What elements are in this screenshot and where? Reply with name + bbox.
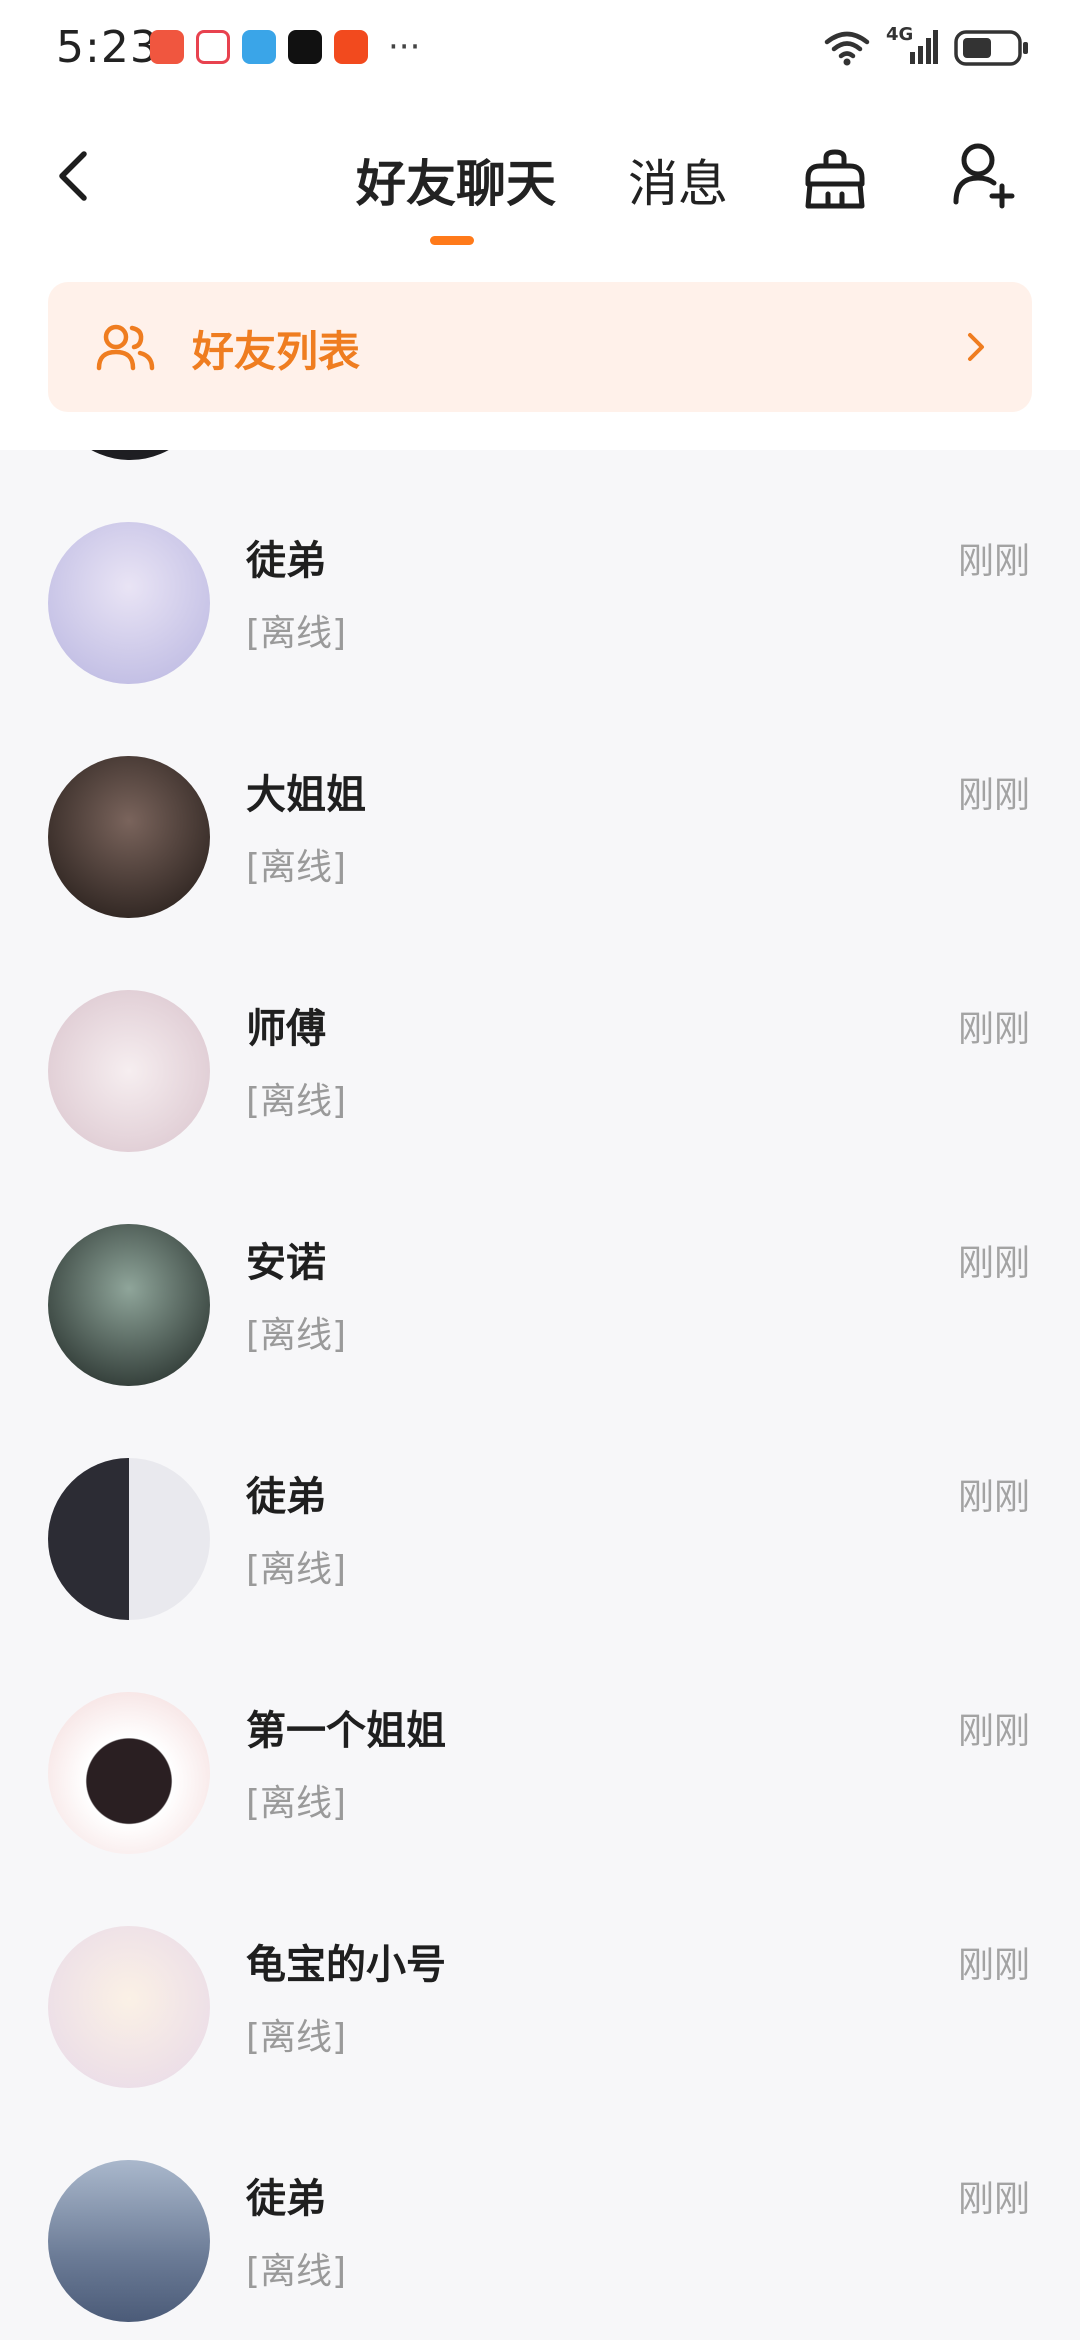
contact-status: [离线] xyxy=(246,1783,347,1824)
avatar xyxy=(48,1926,210,2088)
message-time: 刚刚 xyxy=(957,2179,1030,2220)
app-red-heart-icon xyxy=(196,30,230,64)
contact-name: 龟宝的小号 xyxy=(246,1942,446,1988)
avatar xyxy=(48,1224,210,1386)
status-bar: 5:23 ··· 4G xyxy=(0,0,1080,100)
friend-list-banner[interactable]: 好友列表 xyxy=(48,282,1032,412)
active-tab-indicator xyxy=(430,236,474,245)
tab-messages[interactable]: 消息 xyxy=(628,144,728,216)
friend-list-label: 好友列表 xyxy=(192,327,361,376)
chevron-right-icon xyxy=(968,333,984,361)
chat-row[interactable]: 安诺 [离线] 刚刚 xyxy=(0,1224,1080,1458)
tab-friend-chat[interactable]: 好友聊天 xyxy=(356,144,556,216)
contact-name: 大姐姐 xyxy=(246,772,366,818)
message-time: 刚刚 xyxy=(957,1945,1030,1986)
top-nav-bar: 好友聊天 消息 xyxy=(0,100,1080,270)
avatar xyxy=(48,756,210,918)
chat-row[interactable]: 徒弟 [离线] 刚刚 xyxy=(0,522,1080,756)
back-arrow-icon[interactable] xyxy=(46,146,106,206)
app-screen: 5:23 ··· 4G 好友聊天 消息 好友列表 徒弟 [离线] 刚刚 大姐姐 … xyxy=(0,0,1080,2340)
avatar xyxy=(48,522,210,684)
taobao-icon xyxy=(334,30,368,64)
chat-row[interactable]: 第一个姐姐 [离线] 刚刚 xyxy=(0,1692,1080,1926)
battery-icon xyxy=(954,30,1028,66)
status-time: 5:23 xyxy=(56,22,159,73)
app-blue-icon xyxy=(242,30,276,64)
message-time: 刚刚 xyxy=(957,1009,1030,1050)
app-red-icon xyxy=(150,30,184,64)
message-time: 刚刚 xyxy=(957,1711,1030,1752)
contact-status: [离线] xyxy=(246,1315,347,1356)
message-time: 刚刚 xyxy=(957,1243,1030,1284)
contact-name: 师傅 xyxy=(246,1006,326,1052)
chat-row[interactable]: 徒弟 [离线] 刚刚 xyxy=(0,1458,1080,1692)
contact-status: [离线] xyxy=(246,847,347,888)
contact-status: [离线] xyxy=(246,1549,347,1590)
message-time: 刚刚 xyxy=(957,1477,1030,1518)
banner-container: 好友列表 xyxy=(0,270,1080,450)
add-friend-icon[interactable] xyxy=(950,140,1020,210)
contact-name: 徒弟 xyxy=(246,1474,326,1520)
chat-list[interactable]: 徒弟 [离线] 刚刚 大姐姐 [离线] 刚刚 师傅 [离线] 刚刚 安诺 [离线… xyxy=(0,450,1080,2340)
message-time: 刚刚 xyxy=(957,541,1030,582)
chat-row[interactable]: 徒弟 [离线] 刚刚 xyxy=(0,2160,1080,2340)
wifi-icon xyxy=(824,31,870,66)
chat-row[interactable]: 大姐姐 [离线] 刚刚 xyxy=(0,756,1080,990)
tiktok-icon xyxy=(288,30,322,64)
contact-name: 安诺 xyxy=(246,1240,326,1286)
cellular-signal-icon: 4G xyxy=(886,24,938,68)
more-notifications-indicator: ··· xyxy=(388,27,421,67)
contact-name: 第一个姐姐 xyxy=(246,1708,446,1754)
avatar xyxy=(48,1692,210,1854)
message-time: 刚刚 xyxy=(957,775,1030,816)
contact-name: 徒弟 xyxy=(246,2176,326,2222)
avatar xyxy=(48,1458,210,1620)
clear-broom-icon[interactable] xyxy=(800,144,870,214)
contact-status: [离线] xyxy=(246,2017,347,2058)
status-indicators: 4G xyxy=(824,24,1030,68)
contact-status: [离线] xyxy=(246,2251,347,2292)
avatar xyxy=(48,990,210,1152)
chat-row[interactable]: 师傅 [离线] 刚刚 xyxy=(0,990,1080,1224)
contact-status: [离线] xyxy=(246,1081,347,1122)
friends-icon xyxy=(96,324,155,371)
contact-status: [离线] xyxy=(246,613,347,654)
avatar xyxy=(48,2160,210,2322)
avatar xyxy=(50,450,210,460)
contact-name: 徒弟 xyxy=(246,538,326,584)
chat-row[interactable]: 龟宝的小号 [离线] 刚刚 xyxy=(0,1926,1080,2160)
notification-icons: ··· xyxy=(150,30,420,64)
